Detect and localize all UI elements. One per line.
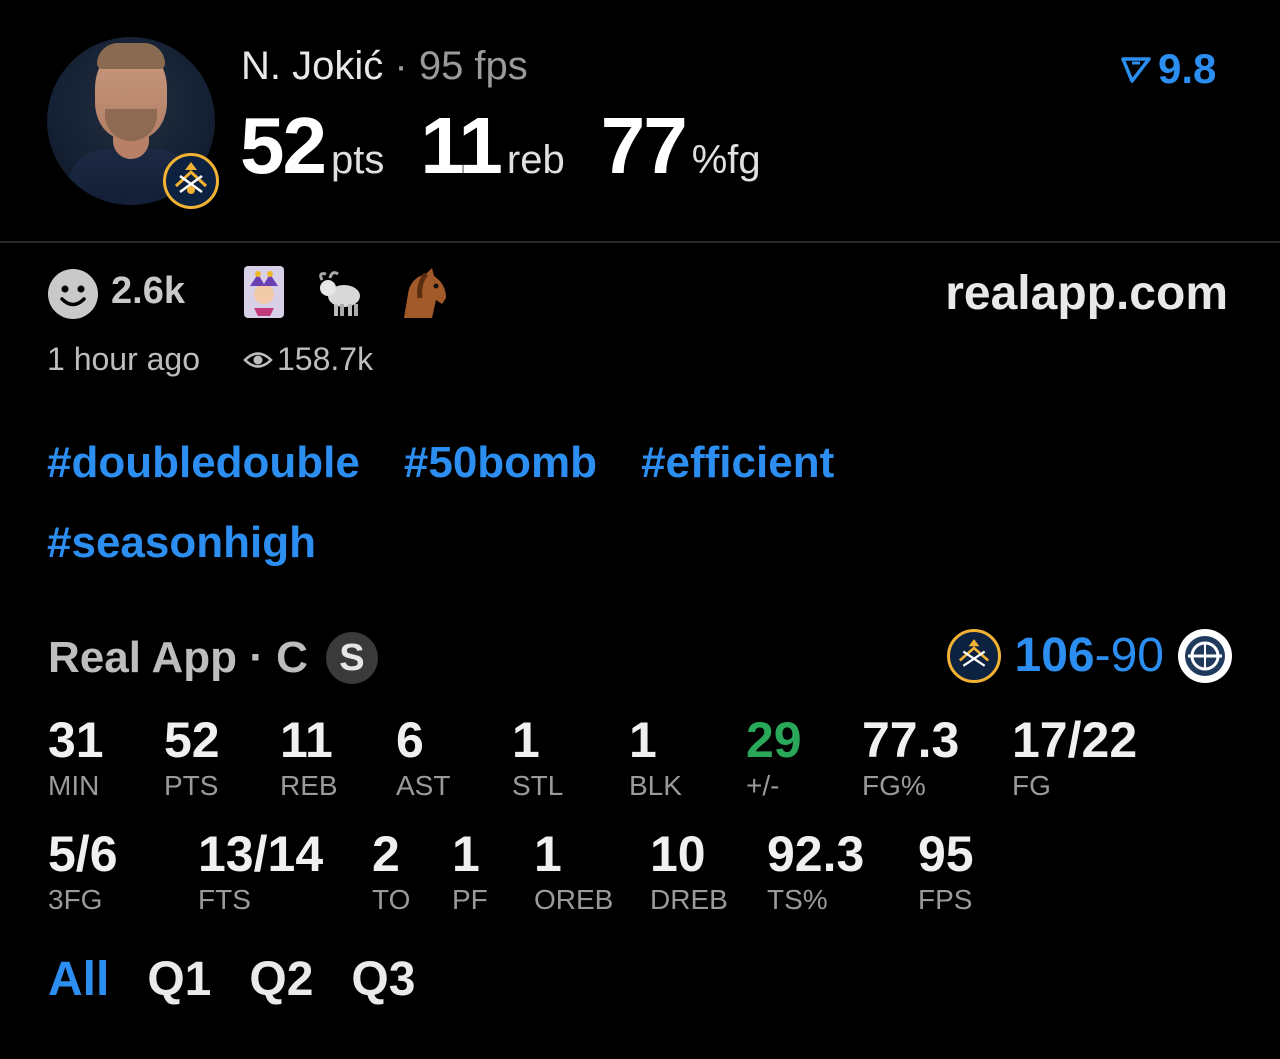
hair (97, 43, 165, 69)
stat-pf: 1 PF (452, 826, 488, 916)
status-badge[interactable]: S (325, 632, 378, 684)
stat-blk: 1 BLK (629, 712, 682, 802)
stat-ast: 6 AST (396, 712, 450, 802)
stat-label: DREB (650, 884, 728, 915)
stat-value: 17/22 (1012, 712, 1138, 768)
stat-reb: 11 REB (280, 712, 338, 802)
reaction-count[interactable]: 2.6k (111, 270, 185, 313)
game-score[interactable]: 106-90 (946, 628, 1232, 683)
fantasy-points-label: 95 fps (418, 44, 528, 88)
stat-label: TO (372, 884, 411, 915)
game-source: Real App · C S (48, 632, 378, 684)
stat-value: 13/14 (198, 826, 324, 882)
stat-value: 1 (512, 712, 540, 768)
headline-points: 52 (240, 101, 327, 190)
view-count: 158.7k (243, 341, 373, 378)
stat-value: 2 (372, 826, 400, 882)
stat-min: 31 MIN (48, 712, 104, 802)
stat-fg-pct: 77.3 FG% (862, 712, 959, 802)
site-link[interactable]: realapp.com (945, 266, 1228, 321)
divider (0, 241, 1280, 243)
stat-label: OREB (534, 884, 614, 915)
home-score: 106 (1014, 629, 1095, 682)
stat-to: 2 TO (372, 826, 410, 916)
stat-value: 11 (280, 712, 333, 768)
stat-value: 77.3 (862, 712, 960, 768)
stat-dreb: 10 DREB (650, 826, 728, 916)
stat-label: 3FG (48, 884, 103, 915)
quarter-tabs: All Q1 Q2 Q3 (48, 952, 453, 1007)
headline-points-unit: pts (330, 138, 385, 182)
tab-q3[interactable]: Q3 (351, 952, 415, 1007)
stat-fts: 13/14 FTS (198, 826, 323, 916)
stat-label: +/- (746, 770, 780, 801)
score-dash: - (1094, 629, 1111, 682)
stat-pts: 52 PTS (164, 712, 220, 802)
stat-label: STL (512, 770, 564, 801)
stat-ts-pct: 92.3 TS% (767, 826, 864, 916)
hashtag[interactable]: #efficient (641, 438, 834, 488)
nuggets-logo-icon (946, 628, 1001, 683)
horse-icon[interactable] (396, 264, 452, 320)
tab-q2[interactable]: Q2 (249, 952, 313, 1007)
stat-value: 52 (164, 712, 220, 768)
hashtag[interactable]: #doubledouble (47, 438, 360, 488)
stat-plus-minus: 29 +/- (746, 712, 802, 802)
stat-value: 1 (629, 712, 657, 768)
stat-value: 1 (452, 826, 480, 882)
source-label: Real App · C (48, 633, 308, 682)
headline-fg-unit: %fg (691, 138, 761, 182)
stat-label: MIN (48, 770, 100, 801)
stat-label: REB (280, 770, 338, 801)
rating[interactable]: 9.8 (1120, 45, 1216, 93)
away-score: 90 (1110, 629, 1164, 682)
stat-fg: 17/22 FG (1012, 712, 1137, 802)
post-time: 1 hour ago (47, 341, 201, 377)
stat-label: PF (452, 884, 488, 915)
player-name: N. Jokić (241, 44, 384, 88)
stat-label: AST (396, 770, 451, 801)
stat-value: 6 (396, 712, 424, 768)
stat-stl: 1 STL (512, 712, 563, 802)
stat-label: PTS (164, 770, 219, 801)
hashtag[interactable]: #seasonhigh (47, 518, 316, 568)
stat-value: 10 (650, 826, 706, 882)
stat-3fg: 5/6 3FG (48, 826, 118, 916)
tab-all[interactable]: All (48, 952, 109, 1007)
goat-icon[interactable] (314, 264, 370, 320)
stat-value: 31 (48, 712, 104, 768)
stat-label: TS% (767, 884, 828, 915)
smiley-reaction-icon[interactable] (47, 268, 99, 320)
player-name-line: N. Jokić · 95 fps (241, 44, 528, 89)
joker-card-icon[interactable] (240, 264, 296, 320)
tab-q1[interactable]: Q1 (147, 952, 211, 1007)
hashtag-list: #doubledouble #50bomb #efficient #seasonhig… (47, 438, 1047, 598)
stat-value: 5/6 (48, 826, 118, 882)
rating-arrow-icon (1121, 57, 1151, 83)
stat-label: FG (1012, 770, 1051, 801)
hashtag[interactable]: #50bomb (404, 438, 597, 488)
eye-icon (243, 351, 273, 368)
headline-stats: 52 pts 11 reb 77 %fg (240, 100, 797, 192)
stat-fps: 95 FPS (918, 826, 974, 916)
stat-label: FG% (862, 770, 926, 801)
headline-rebounds: 11 (420, 101, 503, 190)
thunder-logo-icon (1178, 628, 1232, 683)
headline-rebounds-unit: reb (506, 138, 565, 182)
stat-value: 29 (746, 712, 802, 768)
stat-label: FPS (918, 884, 973, 915)
stat-label: BLK (629, 770, 682, 801)
stat-label: FTS (198, 884, 251, 915)
nuggets-logo-icon (163, 153, 219, 209)
rating-value: 9.8 (1158, 45, 1217, 92)
views-value: 158.7k (277, 341, 374, 377)
stat-oreb: 1 OREB (534, 826, 613, 916)
headline-fg: 77 (600, 101, 688, 190)
stat-value: 1 (534, 826, 562, 882)
separator: · (394, 44, 408, 88)
stat-value: 92.3 (767, 826, 865, 882)
stat-value: 95 (918, 826, 974, 882)
